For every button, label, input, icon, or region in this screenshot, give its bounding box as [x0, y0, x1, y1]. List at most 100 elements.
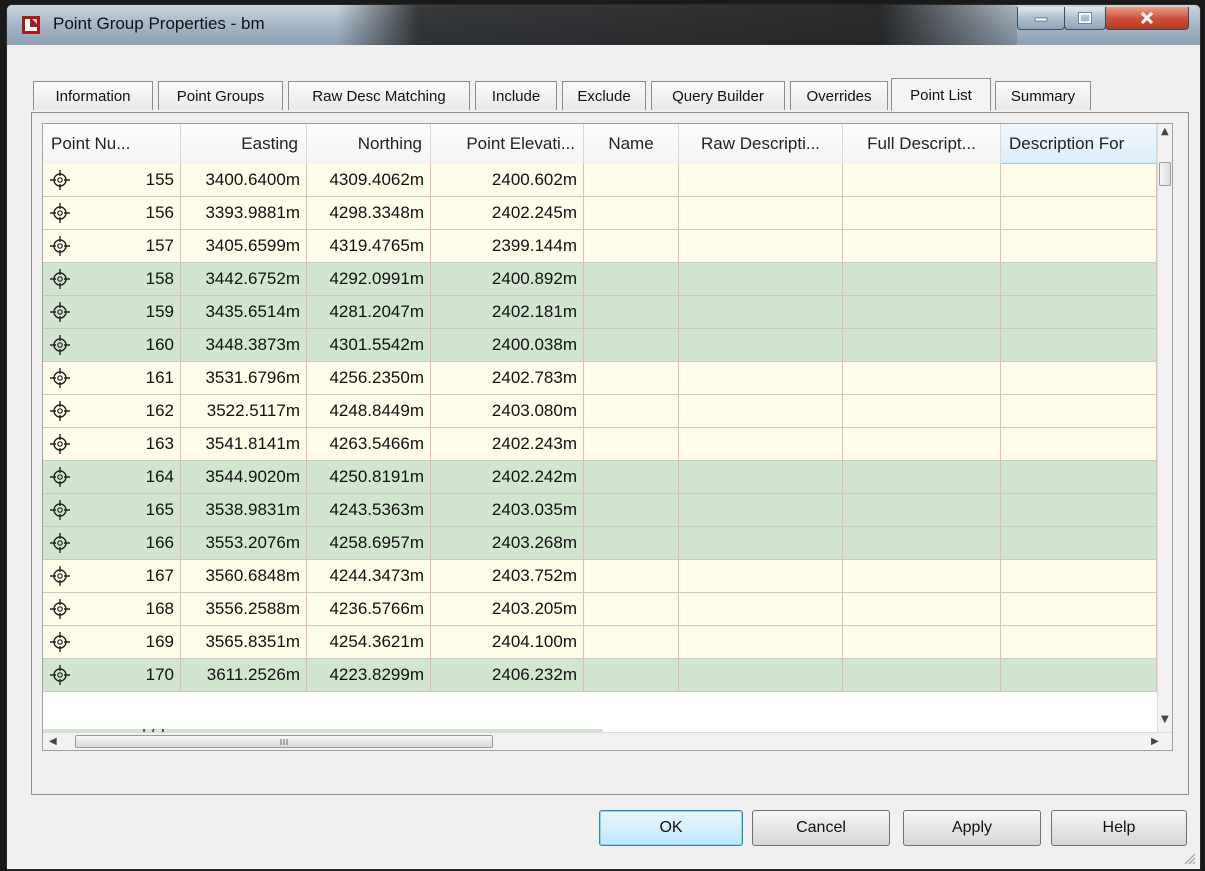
raw-description-cell[interactable] [679, 395, 843, 427]
northing-cell[interactable]: 4236.5766m [307, 593, 431, 625]
table-row[interactable]: 163 3541.8141m 4263.5466m 2402.243m [43, 428, 1157, 461]
vertical-scroll-thumb[interactable] [1159, 162, 1171, 186]
tab-point-groups[interactable]: Point Groups [158, 81, 283, 110]
full-description-cell[interactable] [843, 461, 1001, 493]
table-row[interactable]: 157 3405.6599m 4319.4765m 2399.144m [43, 230, 1157, 263]
raw-description-cell[interactable] [679, 296, 843, 328]
elevation-cell[interactable]: 2402.245m [431, 197, 584, 229]
easting-cell[interactable]: 3544.9020m [181, 461, 307, 493]
description-format-cell[interactable] [1001, 428, 1157, 460]
table-row[interactable]: 161 3531.6796m 4256.2350m 2402.783m [43, 362, 1157, 395]
description-format-cell[interactable] [1001, 296, 1157, 328]
easting-cell[interactable]: 3556.2588m [181, 593, 307, 625]
full-description-cell[interactable] [843, 659, 1001, 691]
column-header-point-elevation[interactable]: Point Elevati... [431, 124, 584, 164]
name-cell[interactable] [584, 494, 679, 526]
table-row[interactable]: 166 3553.2076m 4258.6957m 2403.268m [43, 527, 1157, 560]
description-format-cell[interactable] [1001, 230, 1157, 262]
description-format-cell[interactable] [1001, 329, 1157, 361]
tab-summary[interactable]: Summary [995, 81, 1091, 110]
description-format-cell[interactable] [1001, 461, 1157, 493]
full-description-cell[interactable] [843, 527, 1001, 559]
column-header-point-number[interactable]: Point Nu... [43, 124, 181, 164]
northing-cell[interactable]: 4258.6957m [307, 527, 431, 559]
easting-cell[interactable]: 3541.8141m [181, 428, 307, 460]
elevation-cell[interactable]: 2400.038m [431, 329, 584, 361]
elevation-cell[interactable]: 2403.205m [431, 593, 584, 625]
name-cell[interactable] [584, 461, 679, 493]
easting-cell[interactable]: 3553.2076m [181, 527, 307, 559]
scroll-up-arrow-icon[interactable]: ▲ [1161, 126, 1169, 137]
table-row[interactable]: 158 3442.6752m 4292.0991m 2400.892m [43, 263, 1157, 296]
full-description-cell[interactable] [843, 263, 1001, 295]
elevation-cell[interactable]: 2402.783m [431, 362, 584, 394]
table-row[interactable]: 160 3448.3873m 4301.5542m 2400.038m [43, 329, 1157, 362]
table-row[interactable]: 170 3611.2526m 4223.8299m 2406.232m [43, 659, 1157, 692]
full-description-cell[interactable] [843, 395, 1001, 427]
point-list-grid[interactable]: Point Nu... Easting Northing Point Eleva… [42, 123, 1173, 751]
northing-cell[interactable]: 4248.8449m [307, 395, 431, 427]
raw-description-cell[interactable] [679, 362, 843, 394]
easting-cell[interactable]: 3393.9881m [181, 197, 307, 229]
elevation-cell[interactable]: 2402.242m [431, 461, 584, 493]
description-format-cell[interactable] [1001, 527, 1157, 559]
tab-exclude[interactable]: Exclude [562, 81, 646, 110]
description-format-cell[interactable] [1001, 626, 1157, 658]
northing-cell[interactable]: 4301.5542m [307, 329, 431, 361]
column-header-raw-description[interactable]: Raw Descripti... [679, 124, 843, 164]
northing-cell[interactable]: 4292.0991m [307, 263, 431, 295]
raw-description-cell[interactable] [679, 494, 843, 526]
northing-cell[interactable]: 4281.2047m [307, 296, 431, 328]
easting-cell[interactable]: 3560.6848m [181, 560, 307, 592]
full-description-cell[interactable] [843, 560, 1001, 592]
name-cell[interactable] [584, 296, 679, 328]
elevation-cell[interactable]: 2403.035m [431, 494, 584, 526]
horizontal-scroll-thumb[interactable] [75, 735, 493, 748]
table-row[interactable]: 155 3400.6400m 4309.4062m 2400.602m [43, 164, 1157, 197]
scroll-down-arrow-icon[interactable]: ▼ [1161, 714, 1169, 725]
elevation-cell[interactable]: 2400.892m [431, 263, 584, 295]
name-cell[interactable] [584, 395, 679, 427]
full-description-cell[interactable] [843, 296, 1001, 328]
ok-button[interactable]: OK [599, 810, 743, 846]
title-bar[interactable]: Point Group Properties - bm [7, 5, 1200, 45]
raw-description-cell[interactable] [679, 461, 843, 493]
raw-description-cell[interactable] [679, 659, 843, 691]
easting-cell[interactable]: 3565.8351m [181, 626, 307, 658]
description-format-cell[interactable] [1001, 494, 1157, 526]
raw-description-cell[interactable] [679, 527, 843, 559]
column-header-name[interactable]: Name [584, 124, 679, 164]
description-format-cell[interactable] [1001, 362, 1157, 394]
name-cell[interactable] [584, 164, 679, 196]
raw-description-cell[interactable] [679, 626, 843, 658]
elevation-cell[interactable]: 2402.181m [431, 296, 584, 328]
table-row[interactable]: 168 3556.2588m 4236.5766m 2403.205m [43, 593, 1157, 626]
elevation-cell[interactable]: 2406.232m [431, 659, 584, 691]
resize-grip-icon[interactable] [1182, 851, 1196, 865]
raw-description-cell[interactable] [679, 164, 843, 196]
close-button[interactable] [1105, 7, 1189, 30]
column-header-easting[interactable]: Easting [181, 124, 307, 164]
easting-cell[interactable]: 3448.3873m [181, 329, 307, 361]
apply-button[interactable]: Apply [903, 810, 1041, 846]
scroll-left-arrow-icon[interactable]: ◀ [49, 736, 57, 747]
elevation-cell[interactable]: 2403.268m [431, 527, 584, 559]
column-header-description-format[interactable]: Description For [1001, 124, 1157, 164]
elevation-cell[interactable]: 2399.144m [431, 230, 584, 262]
description-format-cell[interactable] [1001, 659, 1157, 691]
table-row[interactable]: 164 3544.9020m 4250.8191m 2402.242m [43, 461, 1157, 494]
name-cell[interactable] [584, 329, 679, 361]
raw-description-cell[interactable] [679, 230, 843, 262]
table-row[interactable]: 159 3435.6514m 4281.2047m 2402.181m [43, 296, 1157, 329]
name-cell[interactable] [584, 593, 679, 625]
easting-cell[interactable]: 3531.6796m [181, 362, 307, 394]
elevation-cell[interactable]: 2404.100m [431, 626, 584, 658]
minimize-button[interactable] [1017, 7, 1065, 30]
tab-raw-desc-matching[interactable]: Raw Desc Matching [288, 81, 470, 110]
easting-cell[interactable]: 3522.5117m [181, 395, 307, 427]
name-cell[interactable] [584, 263, 679, 295]
northing-cell[interactable]: 4298.3348m [307, 197, 431, 229]
name-cell[interactable] [584, 197, 679, 229]
tab-information[interactable]: Information [33, 81, 153, 110]
full-description-cell[interactable] [843, 197, 1001, 229]
